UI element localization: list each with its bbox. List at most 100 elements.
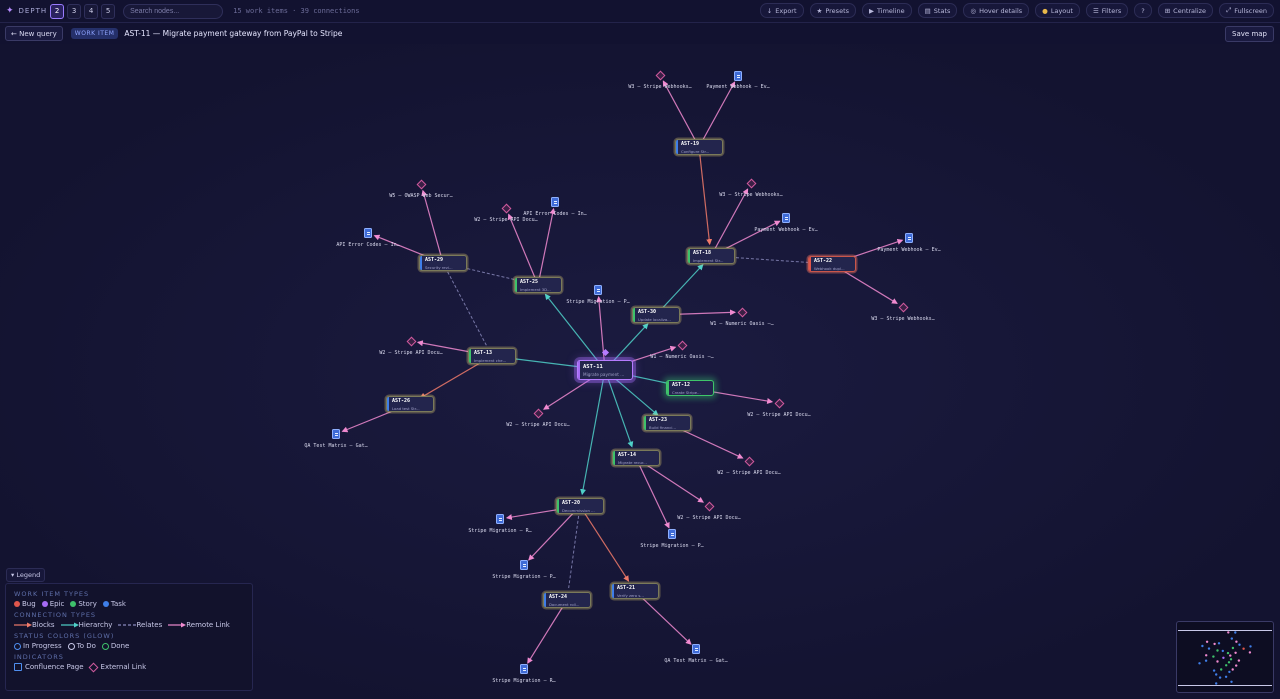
node-title: Update localiza... xyxy=(638,316,671,322)
story-dot-icon xyxy=(70,601,77,607)
minimap-dot xyxy=(1215,682,1218,685)
node-id: AST-20 xyxy=(562,500,581,506)
fullscreen-button[interactable]: ⤢ Fullscreen xyxy=(1219,3,1274,18)
node-title: Implement Str... xyxy=(693,257,724,263)
leaf-label: W2 – Stripe API Docu… xyxy=(379,350,443,356)
work-item-node-ast-14[interactable]: AST-14 Migrate recur... xyxy=(612,450,660,466)
external-link-icon xyxy=(88,662,98,672)
work-item-node-ast-18[interactable]: AST-18 Implement Str... xyxy=(687,248,735,264)
minimap-dot xyxy=(1216,660,1219,663)
help-button[interactable]: ? xyxy=(1134,3,1152,18)
minimap-dot xyxy=(1207,647,1211,650)
node-title: Configure Str... xyxy=(681,148,710,154)
node-id: AST-12 xyxy=(672,382,691,388)
node-id: AST-22 xyxy=(814,258,833,264)
node-title: Decommission ... xyxy=(562,507,595,513)
legend-done: Done xyxy=(110,642,130,650)
node-id: AST-30 xyxy=(638,309,657,315)
bug-dot-icon xyxy=(14,601,20,607)
node-title: Implement che... xyxy=(474,357,507,363)
minimap[interactable] xyxy=(1176,621,1274,693)
legend-ind-row: Confluence Page External Link xyxy=(14,662,244,672)
minimap-dot xyxy=(1242,647,1245,650)
filters-button[interactable]: ☰ Filters xyxy=(1085,3,1129,18)
work-item-node-ast-26[interactable]: AST-26 Load test Str... xyxy=(386,396,434,412)
work-item-node-ast-23[interactable]: AST-23 Build financi... xyxy=(643,415,691,431)
work-item-node-ast-30[interactable]: AST-30 Update localiza... xyxy=(632,307,680,323)
minimap-dot xyxy=(1212,655,1215,658)
todo-ring-icon xyxy=(67,642,75,650)
leaf-label: W2 – Stripe API Docu… xyxy=(506,422,570,428)
document-icon xyxy=(692,644,700,654)
presets-button[interactable]: ★ Presets xyxy=(809,3,856,18)
node-id: AST-26 xyxy=(392,398,411,404)
leaf-label: W1 – Numeric Oasis –… xyxy=(650,354,714,360)
node-title: Implement 3D... xyxy=(520,286,551,292)
document-icon xyxy=(905,233,913,243)
epic-dot-icon xyxy=(41,601,48,607)
depth-option-5[interactable]: 5 xyxy=(101,3,116,19)
work-item-node-ast-25[interactable]: AST-25 Implement 3D... xyxy=(514,277,562,293)
node-title: Security revi... xyxy=(425,264,453,270)
document-icon xyxy=(668,529,676,539)
confluence-page-icon xyxy=(14,663,22,671)
done-ring-icon xyxy=(101,642,109,650)
minimap-dot xyxy=(1225,664,1228,667)
node-id: AST-25 xyxy=(520,279,539,285)
graph-stats: 15 work items · 39 connections xyxy=(233,7,360,15)
legend-types-row: Bug Epic Story Task xyxy=(14,600,244,608)
work-item-node-ast-12[interactable]: AST-12 Create Stripe... xyxy=(666,380,714,396)
work-item-node-ast-20[interactable]: AST-20 Decommission ... xyxy=(556,498,604,514)
legend-conn-title: CONNECTION TYPES xyxy=(14,611,97,619)
node-title: Migrate recur... xyxy=(618,459,647,465)
work-item-node-ast-19[interactable]: AST-19 Configure Str... xyxy=(675,139,723,155)
node-id: AST-19 xyxy=(681,141,700,147)
minimap-dot xyxy=(1224,675,1228,678)
export-button[interactable]: ↓ Export xyxy=(759,3,804,18)
type-color-bar xyxy=(688,249,690,263)
minimap-dots xyxy=(1198,631,1252,685)
work-item-node-ast-29[interactable]: AST-29 Security revi... xyxy=(419,255,467,271)
legend-toggle-button[interactable]: ▾ Legend xyxy=(6,568,46,582)
work-item-node-ast-21[interactable]: AST-21 Verify zero s... xyxy=(611,583,659,599)
top-toolbar: ✦ DEPTH 2 3 4 5 Search nodes... 15 work … xyxy=(0,0,1280,23)
legend-panel: WORK ITEM TYPES Bug Epic Story Task CONN… xyxy=(5,583,253,691)
work-item-node-ast-24[interactable]: AST-24 Document roll... xyxy=(543,592,591,608)
download-icon: ↓ xyxy=(766,6,773,15)
minimap-dot xyxy=(1230,680,1233,683)
minimap-dot xyxy=(1226,651,1230,655)
depth-option-2[interactable]: 2 xyxy=(50,3,65,19)
hover-details-button[interactable]: ◎ Hover details xyxy=(963,3,1030,18)
legend-in-progress: In Progress xyxy=(23,642,62,650)
type-color-bar xyxy=(469,349,471,363)
layout-button[interactable]: ● Layout xyxy=(1035,3,1080,18)
stats-button[interactable]: ▤ Stats xyxy=(917,3,958,18)
type-color-bar xyxy=(557,499,559,513)
minimap-dot xyxy=(1248,651,1252,654)
leaf-label: Payment Webhook – Ev… xyxy=(754,227,818,233)
minimap-dot xyxy=(1231,668,1234,671)
legend-external: External Link xyxy=(100,663,147,671)
legend-status-row: In Progress To Do Done xyxy=(14,642,244,650)
save-map-button[interactable]: Save map xyxy=(1225,26,1274,42)
node-title: Migrate payment ... xyxy=(583,372,625,377)
blocks-line-icon xyxy=(14,622,32,628)
legend-task: Task xyxy=(110,600,126,608)
new-query-button[interactable]: ← New query xyxy=(5,26,63,41)
leaf-label: W3 – Stripe Webhooks… xyxy=(628,84,692,90)
node-title: Verify zero s... xyxy=(617,592,644,598)
minimap-dot xyxy=(1217,642,1221,645)
legend-types-title: WORK ITEM TYPES xyxy=(14,590,90,598)
depth-option-4[interactable]: 4 xyxy=(84,3,99,19)
work-item-node-ast-22[interactable]: AST-22 Webhook dupl... xyxy=(808,256,856,272)
centralize-button[interactable]: ⊞ Centralize xyxy=(1157,3,1214,18)
legend-confluence: Confluence Page xyxy=(25,663,84,671)
work-item-node-ast-11[interactable]: AST-11 Migrate payment ... xyxy=(577,360,633,380)
work-item-node-ast-13[interactable]: AST-13 Implement che... xyxy=(468,348,516,364)
node-title: Create Stripe... xyxy=(672,389,701,395)
timeline-button[interactable]: ▶ Timeline xyxy=(862,3,912,18)
depth-option-3[interactable]: 3 xyxy=(67,3,82,19)
minimap-dot xyxy=(1231,646,1235,650)
type-color-bar xyxy=(420,256,422,270)
search-input[interactable]: Search nodes... xyxy=(123,3,224,19)
